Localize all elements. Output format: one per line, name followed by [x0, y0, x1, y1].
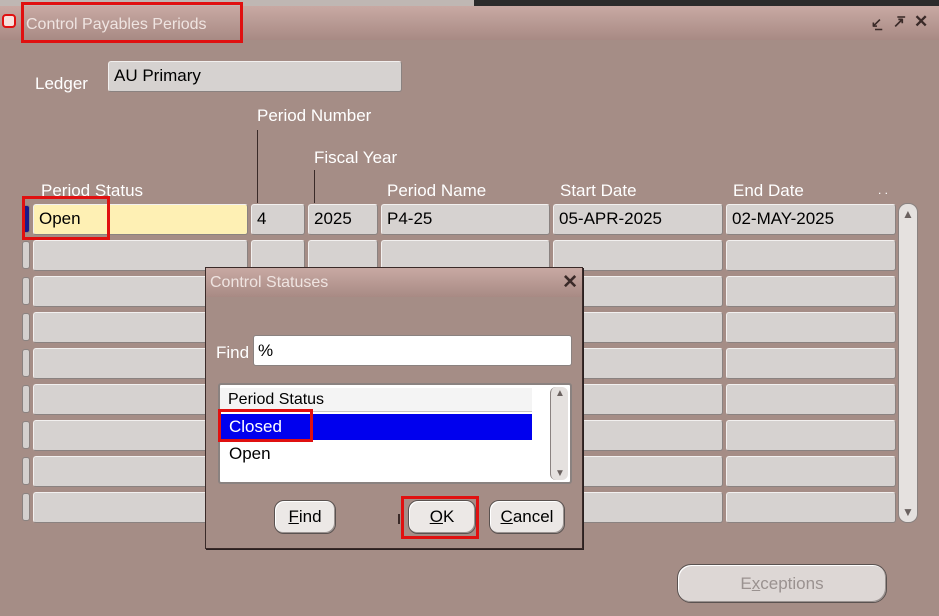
- empty-cell[interactable]: [726, 420, 896, 451]
- empty-cell[interactable]: [726, 312, 896, 343]
- button-divider: [398, 514, 400, 524]
- empty-cell[interactable]: [726, 240, 896, 271]
- header-dots: . .: [878, 183, 889, 197]
- dialog-title: Control Statuses: [210, 274, 329, 291]
- row-marker[interactable]: [22, 385, 30, 413]
- maximize-icon[interactable]: ↗̅: [893, 14, 905, 31]
- scroll-up-icon[interactable]: ▲: [899, 207, 917, 221]
- table-vertical-scrollbar[interactable]: ▲ ▼: [898, 203, 918, 523]
- row-marker[interactable]: [22, 277, 30, 305]
- period-number-header: Period Number: [257, 106, 372, 125]
- ok-highlight-box: [401, 496, 479, 539]
- row-marker[interactable]: [22, 421, 30, 449]
- find-label: Find: [216, 343, 250, 362]
- period-name-cell[interactable]: P4-25: [381, 204, 550, 235]
- find-button[interactable]: Find: [274, 500, 336, 534]
- title-highlight-box: [21, 2, 243, 43]
- empty-cell[interactable]: [726, 384, 896, 415]
- fiscal-year-header: Fiscal Year: [314, 148, 398, 167]
- ledger-field[interactable]: AU Primary: [108, 61, 402, 92]
- find-input[interactable]: %: [253, 335, 572, 366]
- row-marker[interactable]: [22, 313, 30, 341]
- end-date-cell[interactable]: 02-MAY-2025: [726, 204, 896, 235]
- list-scroll-down-icon[interactable]: ▼: [551, 468, 569, 479]
- closed-highlight-box: [218, 409, 313, 442]
- empty-cell[interactable]: [726, 276, 896, 307]
- list-item-open[interactable]: Open: [220, 441, 532, 467]
- empty-cell[interactable]: [726, 492, 896, 523]
- period-number-connector: [257, 130, 258, 203]
- empty-cell[interactable]: [726, 456, 896, 487]
- period-name-header: Period Name: [387, 181, 487, 200]
- list-scrollbar[interactable]: ▲ ▼: [550, 387, 568, 480]
- exceptions-button[interactable]: Exceptions: [677, 564, 887, 603]
- start-date-cell[interactable]: 05-APR-2025: [553, 204, 723, 235]
- control-statuses-dialog: Control Statuses ✕ Find % Period Status …: [205, 267, 583, 549]
- minimize-icon[interactable]: ↙̲: [871, 15, 882, 31]
- row-marker[interactable]: [22, 241, 30, 269]
- list-scroll-up-icon[interactable]: ▲: [551, 388, 569, 399]
- period-number-cell[interactable]: 4: [251, 204, 305, 235]
- status-highlight-box: [22, 196, 110, 240]
- dialog-close-icon[interactable]: ✕: [562, 271, 578, 294]
- ledger-label: Ledger: [35, 74, 88, 93]
- row-marker[interactable]: [22, 457, 30, 485]
- cancel-button[interactable]: Cancel: [489, 500, 565, 534]
- end-date-header: End Date: [733, 181, 804, 200]
- fiscal-year-cell[interactable]: 2025: [308, 204, 378, 235]
- dialog-title-bar: Control Statuses ✕: [206, 268, 582, 297]
- fiscal-year-connector: [314, 170, 315, 203]
- empty-cell[interactable]: [726, 348, 896, 379]
- close-window-icon[interactable]: ✕: [914, 12, 928, 32]
- start-date-header: Start Date: [560, 181, 637, 200]
- row-marker[interactable]: [22, 493, 30, 521]
- scroll-down-icon[interactable]: ▼: [899, 505, 917, 519]
- row-marker[interactable]: [22, 349, 30, 377]
- oracle-icon: [2, 14, 16, 28]
